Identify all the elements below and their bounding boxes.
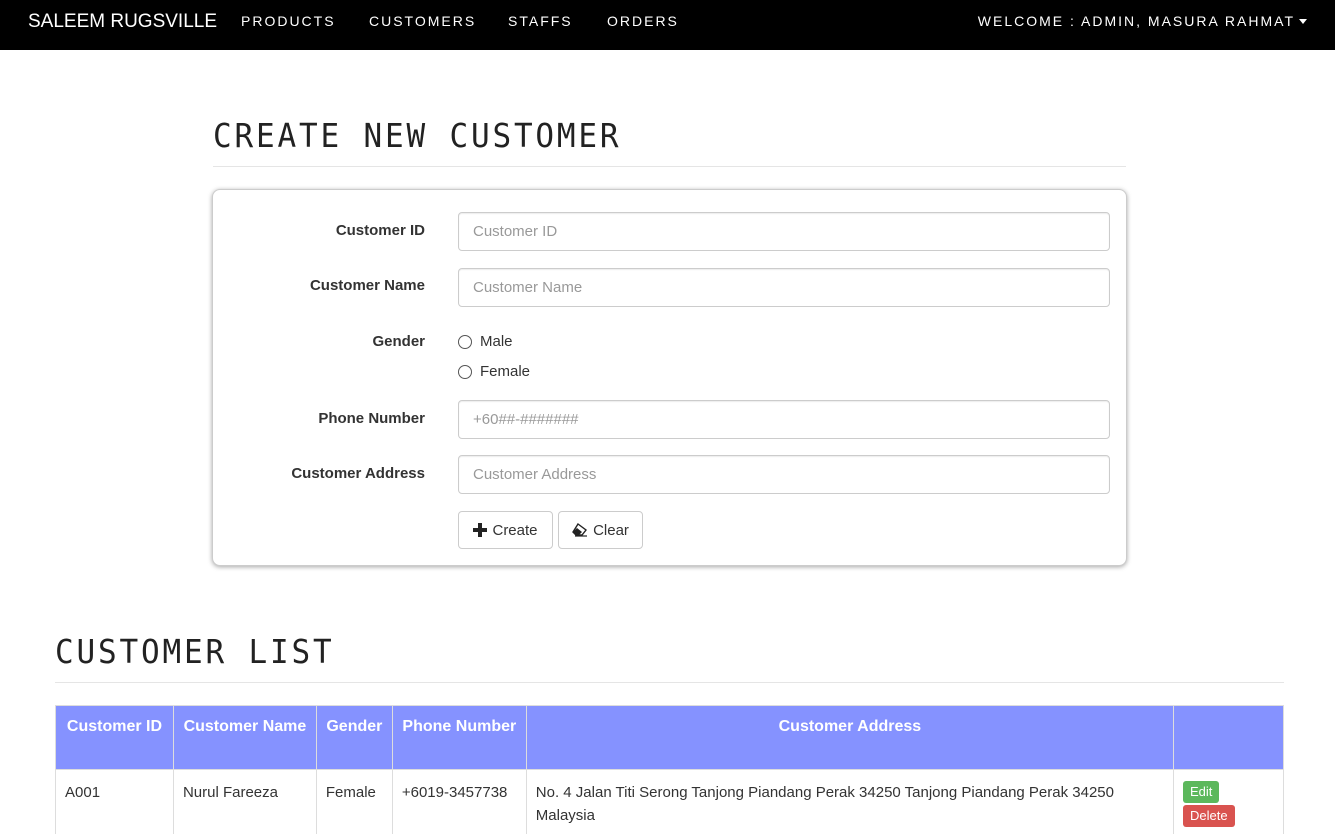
male-radio-label: Male	[480, 333, 513, 350]
phone-number-input[interactable]	[458, 400, 1110, 439]
column-header-customer-name: Customer Name	[172, 705, 317, 770]
navbar: SALEEM RUGSVILLE PRODUCTS CUSTOMERS STAF…	[0, 0, 1335, 50]
column-header-phone-number: Phone Number	[391, 705, 527, 770]
customer-address-label: Customer Address	[291, 465, 425, 482]
gender-label: Gender	[372, 333, 425, 350]
delete-button[interactable]: Delete	[1183, 805, 1235, 827]
cell-gender: Female	[315, 769, 393, 834]
plus-icon	[473, 523, 488, 537]
create-customer-title: CREATE NEW CUSTOMER	[213, 116, 622, 155]
customer-address-input[interactable]	[458, 455, 1110, 494]
column-header-actions	[1173, 705, 1284, 770]
nav-customers[interactable]: CUSTOMERS	[369, 13, 476, 29]
cell-phone-number: +6019-3457738	[391, 769, 527, 834]
edit-button[interactable]: Edit	[1183, 781, 1220, 803]
gender-option-female[interactable]: Female	[458, 363, 530, 380]
customer-table: Customer ID Customer Name Gender Phone N…	[55, 705, 1284, 834]
customer-id-label: Customer ID	[335, 222, 425, 239]
phone-number-label: Phone Number	[318, 410, 425, 427]
nav-orders[interactable]: ORDERS	[607, 13, 679, 29]
male-radio[interactable]	[458, 334, 472, 349]
female-radio[interactable]	[458, 364, 472, 379]
divider	[213, 166, 1126, 167]
column-header-gender: Gender	[315, 705, 393, 770]
column-header-customer-address: Customer Address	[525, 705, 1175, 770]
nav-products[interactable]: PRODUCTS	[241, 13, 336, 29]
table-header-row: Customer ID Customer Name Gender Phone N…	[55, 705, 1284, 770]
divider	[55, 682, 1284, 683]
nav-staffs[interactable]: STAFFS	[508, 13, 573, 29]
eraser-icon	[572, 523, 588, 537]
customer-id-input[interactable]	[458, 212, 1110, 251]
cell-customer-name: Nurul Fareeza	[172, 769, 317, 834]
cell-customer-id: A001	[55, 769, 174, 834]
create-customer-form: Customer ID Customer Name Gender Male Fe…	[212, 189, 1127, 566]
table-row: A001 Nurul Fareeza Female +6019-3457738 …	[55, 769, 1284, 834]
user-menu[interactable]: WELCOME : ADMIN, MASURA RAHMAT	[978, 13, 1295, 29]
create-button-label: Create	[492, 521, 538, 539]
cell-customer-address: No. 4 Jalan Titi Serong Tanjong Piandang…	[525, 769, 1175, 834]
clear-button[interactable]: Clear	[558, 511, 643, 549]
female-radio-label: Female	[480, 363, 531, 380]
customer-name-input[interactable]	[458, 268, 1110, 307]
gender-option-male[interactable]: Male	[458, 333, 513, 350]
clear-button-label: Clear	[593, 521, 629, 539]
brand-logo[interactable]: SALEEM RUGSVILLE	[28, 11, 217, 33]
caret-down-icon[interactable]	[1299, 19, 1307, 24]
column-header-customer-id: Customer ID	[55, 705, 174, 770]
customer-name-label: Customer Name	[309, 277, 425, 294]
customer-list-title: CUSTOMER LIST	[55, 632, 335, 671]
create-button[interactable]: Create	[458, 511, 553, 549]
cell-actions: Edit Delete	[1173, 769, 1284, 834]
